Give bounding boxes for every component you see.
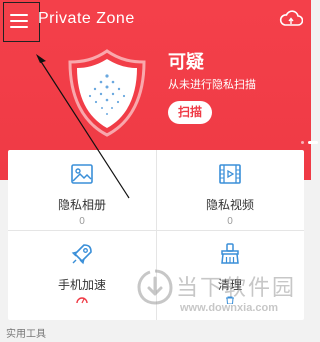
utility-tools-section-label: 实用工具 [6,329,46,340]
video-icon [219,164,241,184]
brush-icon [221,243,239,264]
tile-label: 隐私视频 [205,198,254,212]
speed-gauge-icon [76,297,88,304]
phone-boost-tile[interactable]: 手机加速 [8,230,156,310]
shield-icon [68,49,146,137]
tile-count: 0 [79,216,85,227]
private-video-tile[interactable]: 隐私视频 0 [156,150,304,230]
private-album-tile[interactable]: 隐私相册 0 [8,150,156,230]
tile-label: 手机加速 [57,278,106,292]
privacy-status-description: 从未进行隐私扫描 [168,79,256,91]
watermark-url: www.downxia.com [180,302,278,314]
rocket-icon [71,244,92,265]
page-dot [301,141,304,144]
hamburger-menu-icon [10,14,28,28]
tile-count: 0 [227,216,233,227]
cloud-icon[interactable] [279,9,303,27]
privacy-status-title: 可疑 [168,52,204,72]
watermark-logo-icon [137,269,173,305]
site-watermark: 当下软件园 www.downxia.com [136,264,308,324]
menu-button[interactable] [3,2,40,42]
watermark-name: 当下软件园 [176,275,297,300]
photo-icon [71,164,93,184]
scan-button[interactable]: 扫描 [168,101,212,124]
page-dot-active [308,141,318,144]
app-title: Private Zone [38,10,135,27]
tile-label: 隐私相册 [57,198,106,212]
